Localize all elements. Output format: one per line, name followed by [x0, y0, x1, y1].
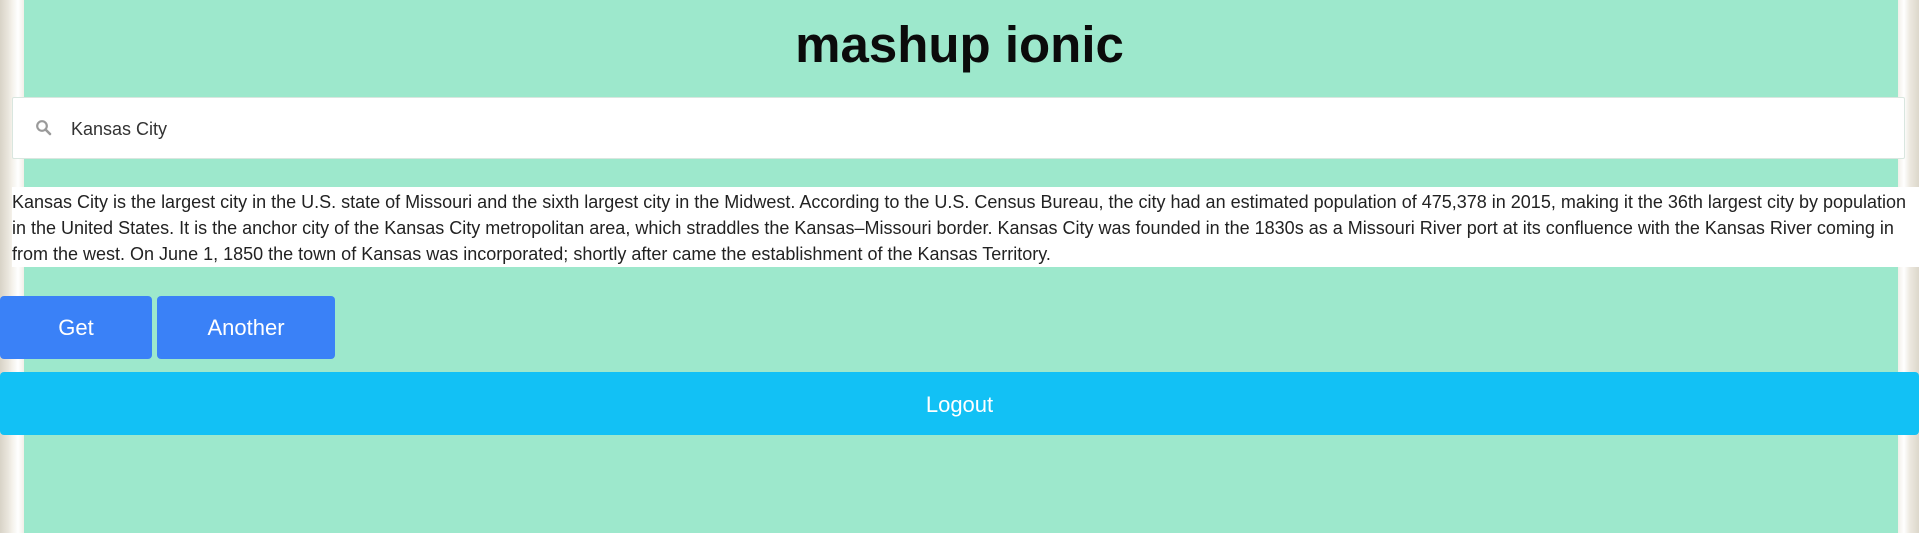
logout-button[interactable]: Logout [0, 372, 1919, 435]
get-results-button[interactable]: Get Results!! [0, 296, 152, 403]
search-bar[interactable]: Kansas City [12, 97, 1905, 159]
city-description: Kansas City is the largest city in the U… [12, 187, 1919, 267]
search-icon [35, 119, 53, 137]
search-input[interactable]: Kansas City [71, 98, 167, 160]
page-title: mashup ionic [795, 16, 1124, 73]
another-search-button[interactable]: Another search [157, 296, 335, 403]
